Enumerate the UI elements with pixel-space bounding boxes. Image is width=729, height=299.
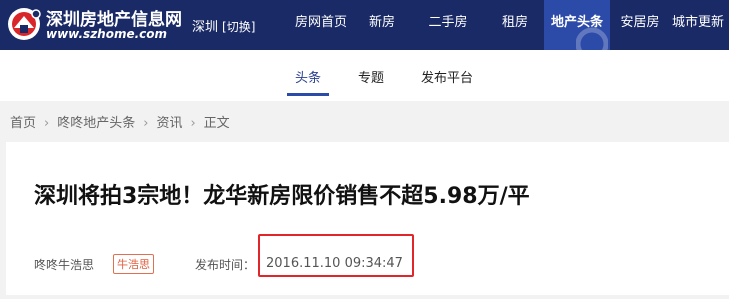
nav-new-house[interactable]: 新房 xyxy=(360,0,404,50)
nav-rent[interactable]: 租房 xyxy=(493,0,537,50)
nav-affordable-housing[interactable]: 安居房 xyxy=(614,0,666,50)
author-tag[interactable]: 牛浩思 xyxy=(113,254,154,274)
breadcrumb-news[interactable]: 资讯 xyxy=(156,112,182,131)
site-logo[interactable]: 深圳房地产信息网 www.szhome.com xyxy=(0,0,182,50)
logo-domain: www.szhome.com xyxy=(46,27,168,41)
top-navigation-bar: 深圳房地产信息网 www.szhome.com 深圳 [切换] 房网首页 新房 二… xyxy=(0,0,729,50)
breadcrumb-headlines[interactable]: 咚咚地产头条 xyxy=(57,112,135,131)
article-title: 深圳将拍3宗地！龙华新房限价销售不超5.98万/平 xyxy=(34,184,530,209)
publish-time-highlight-box xyxy=(258,234,414,277)
tab-topics[interactable]: 专题 xyxy=(358,67,384,86)
chevron-right-icon: › xyxy=(190,116,196,131)
city-selector[interactable]: 深圳 [切换] xyxy=(192,16,255,35)
breadcrumb-home[interactable]: 首页 xyxy=(10,112,36,131)
tab-headlines[interactable]: 头条 xyxy=(295,67,321,86)
nav-second-hand[interactable]: 二手房 xyxy=(420,0,476,50)
article-card: 深圳将拍3宗地！龙华新房限价销售不超5.98万/平 咚咚牛浩思 牛浩思 发布时间… xyxy=(6,142,729,299)
chevron-right-icon: › xyxy=(143,116,149,131)
szhome-logo-icon xyxy=(8,8,41,40)
breadcrumb-current: 正文 xyxy=(203,116,230,131)
card-divider xyxy=(6,295,729,299)
tab-publish-platform[interactable]: 发布平台 xyxy=(421,67,473,86)
city-name: 深圳 xyxy=(192,20,219,35)
sub-navigation: 头条 专题 发布平台 xyxy=(0,50,729,101)
nav-home[interactable]: 房网首页 xyxy=(285,0,357,50)
nav-urban-renewal[interactable]: 城市更新 xyxy=(672,0,729,50)
nav-real-estate-headlines[interactable]: 地产头条 xyxy=(544,0,610,50)
active-tab-underline xyxy=(287,93,329,96)
chevron-right-icon: › xyxy=(44,116,50,131)
article-author[interactable]: 咚咚牛浩思 xyxy=(34,256,94,273)
publish-time-label: 发布时间： xyxy=(195,258,256,272)
city-switch-link[interactable]: [切换] xyxy=(222,20,255,34)
breadcrumb: 首页 › 咚咚地产头条 › 资讯 › 正文 xyxy=(10,112,230,131)
nav-active-decoration-icon xyxy=(576,27,608,50)
